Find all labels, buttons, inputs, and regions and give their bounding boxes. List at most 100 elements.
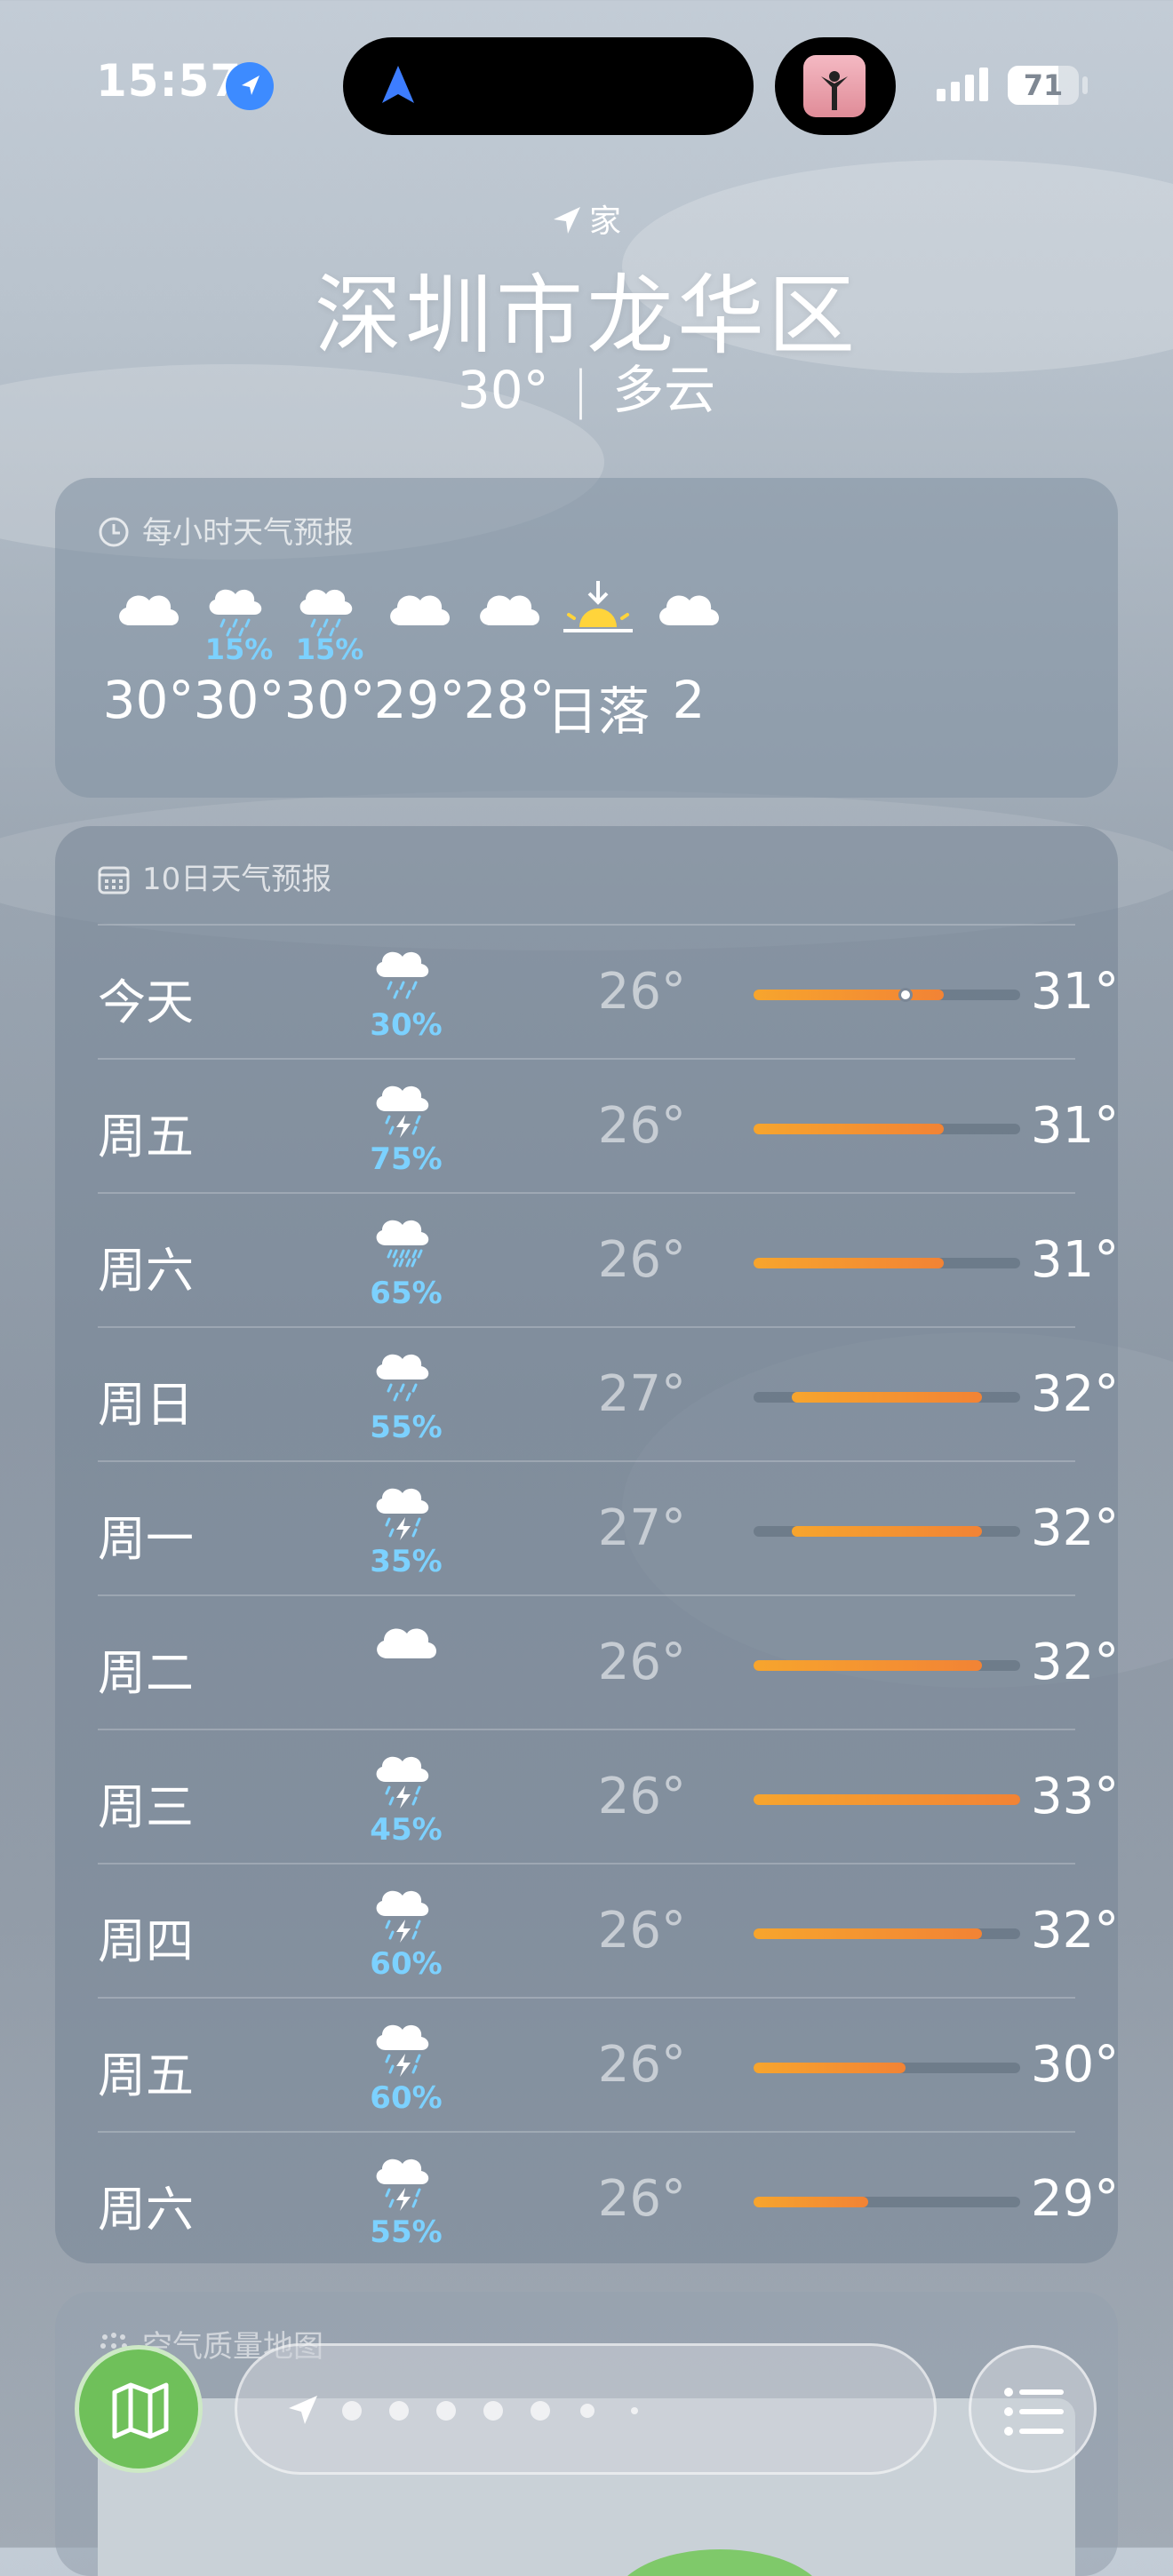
cloud-bolt-rain-icon (376, 1890, 429, 1943)
day-high-temp: 29° (1031, 2170, 1118, 2228)
day-high-temp: 31° (1031, 1097, 1118, 1155)
day-icon-wrap (366, 1877, 446, 1948)
daily-row[interactable]: 周五 75% 26° 31° (98, 1058, 1118, 1193)
daily-row[interactable]: 周六 55% 26° 29° (98, 2131, 1118, 2263)
temp-range-bar (754, 1124, 945, 1134)
day-low-temp: 26° (597, 2036, 686, 2094)
day-name: 周三 (98, 1779, 194, 1835)
clock-icon (99, 517, 129, 547)
cloud-bolt-rain-icon (376, 1756, 429, 1809)
day-precip: 55% (370, 1410, 443, 1445)
page-dot (436, 2401, 456, 2421)
city-list-button[interactable] (969, 2345, 1097, 2473)
cloud-bolt-rain-icon (376, 2159, 429, 2211)
daily-row[interactable]: 周二 26° 32° (98, 1594, 1118, 1729)
day-icon-wrap (366, 1340, 446, 1411)
cloud-bolt-rain-icon (376, 2024, 429, 2077)
hourly-temp: 2 (672, 670, 706, 730)
current-location-page-icon (289, 2396, 317, 2424)
page-dot (389, 2401, 409, 2421)
day-name: 周四 (98, 1913, 194, 1969)
daily-row[interactable]: 周六 65% 26° 31° (98, 1192, 1118, 1327)
temp-range-track (754, 1526, 1020, 1537)
temp-range-bar (754, 1928, 983, 1939)
day-high-temp: 32° (1031, 1499, 1118, 1557)
day-precip: 55% (370, 2214, 443, 2250)
day-icon-wrap (366, 1072, 446, 1143)
page-dot (342, 2401, 362, 2421)
battery-indicator: 71 (1008, 66, 1079, 105)
cloud-icon (659, 595, 719, 625)
day-icon-wrap (366, 1206, 446, 1277)
temp-range-track (754, 1660, 1020, 1671)
page-dot (631, 2407, 638, 2414)
day-icon-wrap (366, 1609, 446, 1680)
daily-row[interactable]: 今天 30% 26° 31° (98, 924, 1118, 1059)
temp-range-bar (754, 990, 945, 1000)
daily-card-title: 10日天气预报 (142, 862, 332, 897)
temp-range-bar (754, 1258, 945, 1268)
current-condition: 多云 (612, 360, 716, 420)
daily-forecast-card[interactable]: 10日天气预报 今天 30% 26° 31° 周五 75% 26° 31° 周六 65% 26° 31… (55, 826, 1118, 2263)
location-arrow-icon (553, 207, 580, 234)
day-name: 周一 (98, 1511, 194, 1567)
temp-range-track (754, 1392, 1020, 1403)
daily-row[interactable]: 周三 45% 26° 33° (98, 1729, 1118, 1864)
hourly-forecast-card[interactable]: 每小时天气预报 30° 15% 30° 15% 30° 29° 28° 日落 2 (55, 478, 1118, 798)
cloud-heavy-rain-icon (376, 1220, 429, 1268)
battery-percent: 71 (1023, 68, 1064, 102)
map-button[interactable] (75, 2345, 203, 2473)
day-name: 周五 (98, 1109, 194, 1165)
day-name: 周日 (98, 1377, 194, 1433)
temp-range-bar (754, 2197, 868, 2207)
cellular-signal-icon (937, 68, 988, 101)
day-precip: 60% (370, 1946, 443, 1982)
live-activity-pill[interactable] (775, 37, 896, 135)
day-icon-wrap (366, 1475, 446, 1546)
day-icon-wrap (366, 1743, 446, 1814)
day-precip: 75% (370, 1141, 443, 1177)
current-summary: 30° | 多云 (0, 348, 1173, 423)
day-name: 周六 (98, 2182, 194, 2238)
day-precip: 35% (370, 1544, 443, 1579)
day-precip: 60% (370, 2080, 443, 2116)
daily-row[interactable]: 周四 60% 26° 32° (98, 1863, 1118, 1998)
day-icon-wrap (366, 2011, 446, 2082)
temp-range-track (754, 2197, 1020, 2207)
page-indicator[interactable] (235, 2343, 937, 2475)
hourly-card-title: 每小时天气预报 (142, 515, 354, 551)
temp-range-bar (754, 1660, 983, 1671)
day-precip: 45% (370, 1812, 443, 1848)
current-temp: 30° (457, 360, 549, 420)
navigation-arrow-icon (382, 66, 414, 103)
daily-row[interactable]: 周五 60% 26° 30° (98, 1997, 1118, 2132)
day-name: 周二 (98, 1645, 194, 1701)
daily-row[interactable]: 周日 55% 27° 32° (98, 1326, 1118, 1461)
home-label: 家 (588, 203, 621, 240)
day-low-temp: 26° (597, 1768, 686, 1825)
location-label: 家 (0, 195, 1173, 242)
status-time: 15:57 (96, 55, 243, 107)
daily-row[interactable]: 周一 35% 27° 32° (98, 1460, 1118, 1595)
dynamic-island[interactable] (343, 37, 754, 135)
day-high-temp: 32° (1031, 1634, 1118, 1691)
day-name: 今天 (98, 974, 194, 1030)
day-icon-wrap (366, 2145, 446, 2216)
page-dot (483, 2401, 503, 2421)
battery-tip (1082, 76, 1088, 94)
temp-range-bar (754, 2063, 906, 2073)
day-high-temp: 31° (1031, 963, 1118, 1021)
day-icon-wrap (366, 938, 446, 1009)
page-dot (531, 2401, 550, 2421)
location-active-icon (226, 62, 274, 110)
daily-card-header: 10日天气预报 (98, 855, 331, 898)
day-name: 周五 (98, 2047, 194, 2103)
hourly-card-header: 每小时天气预报 (98, 508, 354, 552)
summary-separator: | (571, 360, 590, 420)
temp-range-track (754, 1794, 1020, 1805)
cloud-rain-icon (376, 951, 429, 999)
day-high-temp: 33° (1031, 1768, 1118, 1825)
hourly-item: 2 (622, 576, 755, 730)
day-high-temp: 32° (1031, 1902, 1118, 1960)
day-low-temp: 26° (597, 963, 686, 1021)
